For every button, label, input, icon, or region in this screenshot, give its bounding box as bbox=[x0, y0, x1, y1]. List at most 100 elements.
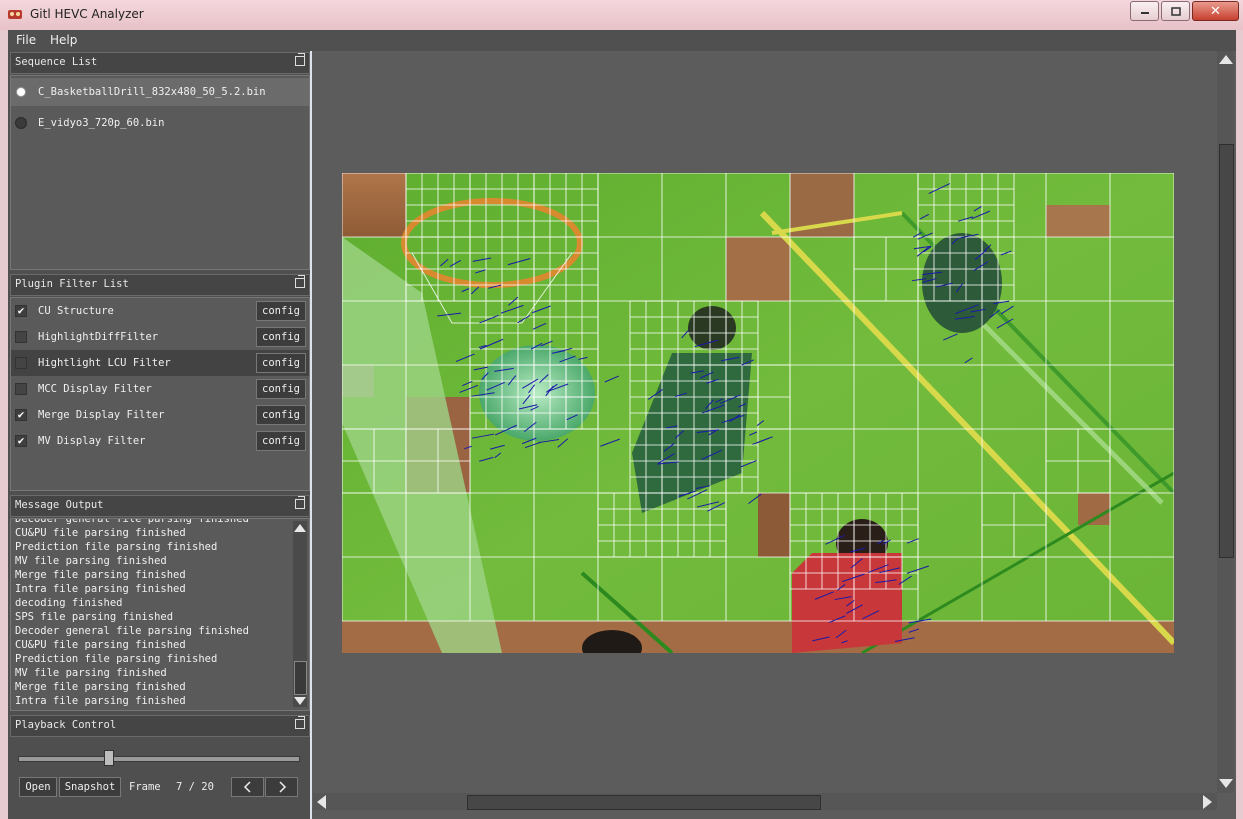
player-head bbox=[688, 306, 736, 350]
config-button[interactable]: config bbox=[256, 301, 306, 321]
filter-label: CU Structure bbox=[38, 305, 114, 317]
sequence-item[interactable]: C_BasketballDrill_832x480_50_5.2.bin bbox=[11, 78, 309, 106]
basketball bbox=[479, 345, 595, 441]
config-button[interactable]: config bbox=[256, 379, 306, 399]
analyzer-logo-icon bbox=[8, 10, 22, 19]
floor-patch bbox=[758, 493, 790, 557]
undock-icon[interactable] bbox=[295, 53, 305, 66]
sequence-item-label: E_vidyo3_720p_60.bin bbox=[38, 117, 165, 129]
filter-label: MCC Display Filter bbox=[38, 383, 152, 395]
radio-icon[interactable] bbox=[15, 117, 27, 129]
maximize-button[interactable] bbox=[1161, 1, 1190, 21]
floor-patch bbox=[342, 173, 406, 237]
sequence-item-label: C_BasketballDrill_832x480_50_5.2.bin bbox=[38, 86, 266, 98]
undock-icon[interactable] bbox=[295, 496, 305, 509]
sequence-list-header[interactable]: Sequence List bbox=[10, 52, 310, 74]
filter-label: Hightlight LCU Filter bbox=[38, 357, 171, 369]
checkbox-checked[interactable]: ✔ bbox=[15, 305, 27, 317]
log-line: Decoder general file parsing finished bbox=[15, 625, 249, 637]
chevron-right-icon bbox=[278, 781, 286, 793]
viewer-horizontal-scrollbar[interactable] bbox=[313, 793, 1217, 810]
sequence-list: C_BasketballDrill_832x480_50_5.2.bin E_v… bbox=[10, 75, 310, 270]
frame-label: Frame bbox=[129, 781, 161, 793]
undock-icon[interactable] bbox=[295, 716, 305, 729]
message-output-title: Message Output bbox=[15, 499, 104, 511]
scroll-down-icon[interactable] bbox=[294, 697, 306, 705]
config-button[interactable]: config bbox=[256, 431, 306, 451]
playback-control-header[interactable]: Playback Control bbox=[10, 715, 310, 737]
sequence-item[interactable]: E_vidyo3_720p_60.bin bbox=[11, 109, 309, 137]
player-red-jersey bbox=[792, 553, 902, 653]
window-border-left bbox=[0, 30, 8, 819]
scroll-thumb[interactable] bbox=[294, 661, 307, 695]
viewer-vertical-scrollbar[interactable] bbox=[1217, 51, 1234, 793]
minimize-icon bbox=[1140, 12, 1149, 14]
checkbox[interactable] bbox=[15, 331, 27, 343]
decoded-frame-image[interactable] bbox=[342, 173, 1174, 653]
filter-label: HighlightDiffFilter bbox=[38, 331, 159, 343]
message-output-header[interactable]: Message Output bbox=[10, 495, 310, 517]
minimize-button[interactable] bbox=[1130, 1, 1159, 21]
vertical-scroll-thumb[interactable] bbox=[1219, 144, 1234, 558]
filter-label: MV Display Filter bbox=[38, 435, 146, 447]
scroll-up-icon[interactable] bbox=[294, 524, 306, 532]
floor-patch bbox=[1046, 205, 1110, 237]
chevron-left-icon bbox=[243, 781, 251, 793]
frame-slider-track[interactable] bbox=[18, 756, 300, 762]
frame-counter: 7 / 20 bbox=[176, 781, 214, 793]
window-border-right bbox=[1236, 30, 1243, 819]
scroll-up-icon[interactable] bbox=[1219, 55, 1233, 64]
message-output-log[interactable]: Decoder general file parsing finished CU&… bbox=[10, 518, 310, 711]
log-line: SPS file parsing finished bbox=[15, 611, 174, 623]
log-line: decoding finished bbox=[15, 597, 123, 609]
undock-icon[interactable] bbox=[295, 275, 305, 288]
log-line: CU&PU file parsing finished bbox=[15, 527, 186, 539]
scroll-down-icon[interactable] bbox=[1219, 779, 1233, 788]
log-line: Intra file parsing finished bbox=[15, 695, 186, 707]
log-line: Merge file parsing finished bbox=[15, 681, 186, 693]
menu-file[interactable]: File bbox=[16, 33, 36, 47]
frame-canvas bbox=[342, 173, 1174, 653]
filter-row-mcc-display: MCC Display Filter config bbox=[11, 376, 309, 402]
next-frame-button[interactable] bbox=[265, 777, 298, 797]
checkbox-checked[interactable]: ✔ bbox=[15, 409, 27, 421]
checkbox[interactable] bbox=[15, 357, 27, 369]
config-button[interactable]: config bbox=[256, 353, 306, 373]
window-titlebar[interactable]: Gitl HEVC Analyzer ✕ bbox=[0, 0, 1243, 31]
checkbox[interactable] bbox=[15, 383, 27, 395]
scroll-right-icon[interactable] bbox=[1203, 795, 1212, 809]
close-icon: ✕ bbox=[1210, 3, 1221, 19]
message-scrollbar[interactable] bbox=[293, 521, 307, 707]
prev-frame-button[interactable] bbox=[231, 777, 264, 797]
menu-help[interactable]: Help bbox=[50, 33, 77, 47]
filter-row-cu-structure: ✔ CU Structure config bbox=[11, 298, 309, 324]
log-line: Prediction file parsing finished bbox=[15, 541, 218, 553]
filter-row-highlight-diff: HighlightDiffFilter config bbox=[11, 324, 309, 350]
snapshot-button[interactable]: Snapshot bbox=[59, 777, 121, 797]
close-button[interactable]: ✕ bbox=[1192, 1, 1239, 21]
filter-row-merge-display: ✔ Merge Display Filter config bbox=[11, 402, 309, 428]
log-line: MV file parsing finished bbox=[15, 667, 167, 679]
filter-row-highlight-lcu: Hightlight LCU Filter config bbox=[11, 350, 309, 376]
plugin-filter-list-title: Plugin Filter List bbox=[15, 278, 129, 290]
maximize-icon bbox=[1170, 6, 1181, 16]
plugin-filter-list: ✔ CU Structure config HighlightDiffFilte… bbox=[10, 297, 310, 491]
config-button[interactable]: config bbox=[256, 405, 306, 425]
filter-label: Merge Display Filter bbox=[38, 409, 165, 421]
scroll-left-icon[interactable] bbox=[317, 795, 326, 809]
log-line: Decoder general file parsing finished bbox=[15, 518, 249, 525]
filter-row-mv-display: ✔ MV Display Filter config bbox=[11, 428, 309, 454]
menu-bar: File Help bbox=[8, 30, 1236, 51]
checkbox-checked[interactable]: ✔ bbox=[15, 435, 27, 447]
config-button[interactable]: config bbox=[256, 327, 306, 347]
log-line: Merge file parsing finished bbox=[15, 569, 186, 581]
selected-radio-icon[interactable] bbox=[16, 87, 26, 97]
window-title: Gitl HEVC Analyzer bbox=[30, 7, 144, 21]
playback-control-title: Playback Control bbox=[15, 719, 117, 731]
frame-slider-handle[interactable] bbox=[104, 750, 114, 766]
log-line: CU&PU file parsing finished bbox=[15, 639, 186, 651]
log-line: Intra file parsing finished bbox=[15, 583, 186, 595]
open-button[interactable]: Open bbox=[19, 777, 57, 797]
plugin-filter-list-header[interactable]: Plugin Filter List bbox=[10, 274, 310, 296]
horizontal-scroll-thumb[interactable] bbox=[467, 795, 821, 810]
